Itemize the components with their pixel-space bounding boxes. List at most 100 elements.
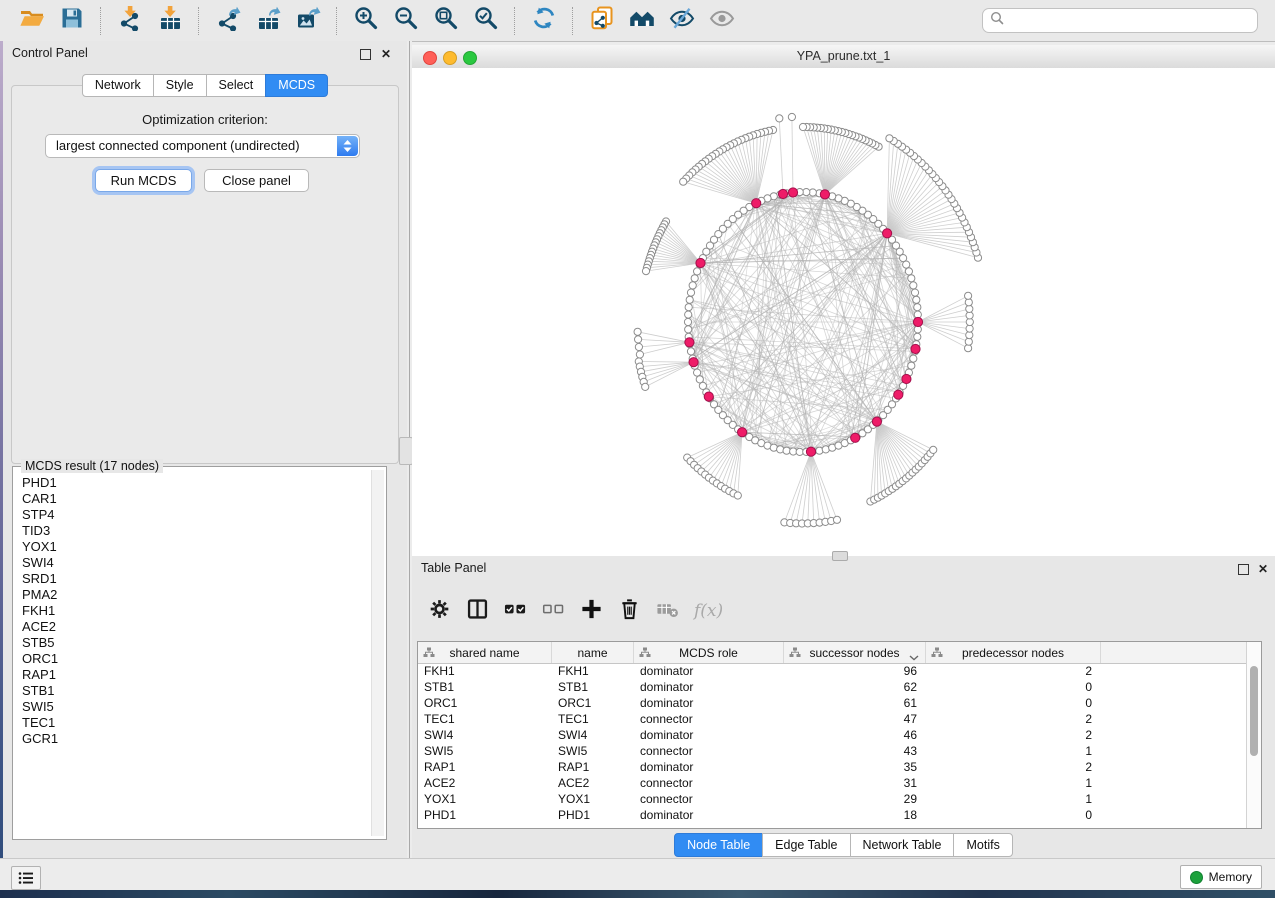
memory-button[interactable]: Memory <box>1180 865 1262 889</box>
table-row[interactable]: SWI5SWI5connector431 <box>418 743 1247 759</box>
result-node-item[interactable]: STB1 <box>15 683 371 699</box>
close-panel-icon[interactable]: ✕ <box>381 47 391 61</box>
tab-node-table[interactable]: Node Table <box>674 833 763 857</box>
float-table-panel-icon[interactable] <box>1238 564 1249 575</box>
table-row[interactable]: YOX1YOX1connector291 <box>418 791 1247 807</box>
table-row[interactable]: ACE2ACE2connector311 <box>418 775 1247 791</box>
first-neighbors-button[interactable] <box>625 4 659 38</box>
table-cell: 61 <box>784 695 926 711</box>
result-node-item[interactable]: TID3 <box>15 523 371 539</box>
network-title: YPA_prune.txt_1 <box>412 49 1275 63</box>
search-box[interactable] <box>982 8 1258 33</box>
open-file-button[interactable] <box>15 4 49 38</box>
table-cell: STB1 <box>552 679 634 695</box>
delete-column-button[interactable] <box>618 597 641 626</box>
search-icon <box>990 11 1004 30</box>
table-cell: SWI4 <box>418 727 552 743</box>
result-node-item[interactable]: FKH1 <box>15 603 371 619</box>
column-header-mcds-role[interactable]: MCDS role <box>634 642 784 663</box>
column-header-successor-nodes[interactable]: successor nodes <box>784 642 926 663</box>
result-node-item[interactable]: GCR1 <box>15 731 371 747</box>
close-mcds-button[interactable]: Close panel <box>204 169 309 192</box>
tab-network[interactable]: Network <box>82 74 154 97</box>
table-row[interactable]: TEC1TEC1connector472 <box>418 711 1247 727</box>
show-all-button[interactable] <box>705 4 739 38</box>
split-divider-horizontal[interactable] <box>832 551 848 561</box>
tab-edge-table[interactable]: Edge Table <box>762 833 850 857</box>
save-session-icon <box>59 5 85 36</box>
tab-select[interactable]: Select <box>206 74 267 97</box>
criterion-dropdown[interactable]: largest connected component (undirected) <box>45 134 360 158</box>
result-node-item[interactable]: CAR1 <box>15 491 371 507</box>
result-node-item[interactable]: RAP1 <box>15 667 371 683</box>
columns-icon <box>466 597 489 626</box>
export-network-button[interactable] <box>211 4 245 38</box>
table-options-button[interactable] <box>428 597 451 626</box>
table-tabs: Node TableEdge TableNetwork TableMotifs <box>412 833 1275 857</box>
zoom-selected-button[interactable] <box>469 4 503 38</box>
result-node-item[interactable]: YOX1 <box>15 539 371 555</box>
table-cell: 62 <box>784 679 926 695</box>
network-canvas-svg[interactable] <box>412 68 1275 556</box>
table-toolbar: f(x) <box>412 586 1275 636</box>
table-cell: 18 <box>784 807 926 823</box>
result-node-item[interactable]: ACE2 <box>15 619 371 635</box>
refresh-view-button[interactable] <box>527 4 561 38</box>
result-node-item[interactable]: PMA2 <box>15 587 371 603</box>
result-node-item[interactable]: SRD1 <box>15 571 371 587</box>
tab-style[interactable]: Style <box>153 74 207 97</box>
table-scrollbar-thumb[interactable] <box>1250 666 1258 756</box>
result-scrollbar[interactable] <box>371 470 384 836</box>
result-node-item[interactable]: TEC1 <box>15 715 371 731</box>
deselect-all-button[interactable] <box>542 597 565 626</box>
table-panel: Table Panel ✕ f(x) shared namenameMCDS r… <box>412 556 1275 858</box>
table-row[interactable]: STB1STB1dominator620 <box>418 679 1247 695</box>
column-header-name[interactable]: name <box>552 642 634 663</box>
network-titlebar[interactable]: YPA_prune.txt_1 <box>412 45 1275 69</box>
result-node-item[interactable]: PHD1 <box>15 475 371 491</box>
hide-selected-button[interactable] <box>665 4 699 38</box>
tab-network-table[interactable]: Network Table <box>850 833 955 857</box>
table-row[interactable]: SWI4SWI4dominator462 <box>418 727 1247 743</box>
tab-motifs[interactable]: Motifs <box>953 833 1012 857</box>
mcds-result-list[interactable]: PHD1CAR1STP4TID3YOX1SWI4SRD1PMA2FKH1ACE2… <box>15 475 371 837</box>
zoom-out-button[interactable] <box>389 4 423 38</box>
table-row[interactable]: ORC1ORC1dominator610 <box>418 695 1247 711</box>
close-table-panel-icon[interactable]: ✕ <box>1258 562 1268 576</box>
table-cell: dominator <box>634 727 784 743</box>
result-node-item[interactable]: ORC1 <box>15 651 371 667</box>
float-panel-icon[interactable] <box>360 49 371 60</box>
table-cell: dominator <box>634 663 784 679</box>
add-column-button[interactable] <box>580 597 603 626</box>
table-row[interactable]: PHD1PHD1dominator180 <box>418 807 1247 823</box>
divider-grip-icon[interactable] <box>399 437 413 465</box>
new-network-from-selection-button[interactable] <box>585 4 619 38</box>
result-node-item[interactable]: SWI4 <box>15 555 371 571</box>
export-table-button[interactable] <box>251 4 285 38</box>
result-node-item[interactable]: SWI5 <box>15 699 371 715</box>
table-header: shared namenameMCDS rolesuccessor nodesp… <box>418 642 1247 664</box>
zoom-fit-button[interactable] <box>429 4 463 38</box>
table-row[interactable]: FKH1FKH1dominator962 <box>418 663 1247 679</box>
table-scrollbar[interactable] <box>1246 642 1261 828</box>
task-history-button[interactable] <box>11 866 41 890</box>
search-input[interactable] <box>1008 10 1257 32</box>
run-mcds-button[interactable]: Run MCDS <box>95 169 192 192</box>
result-node-item[interactable]: STB5 <box>15 635 371 651</box>
table-row[interactable]: RAP1RAP1dominator352 <box>418 759 1247 775</box>
tab-mcds[interactable]: MCDS <box>265 74 328 97</box>
import-network-button[interactable] <box>113 4 147 38</box>
table-cell: RAP1 <box>552 759 634 775</box>
desktop-wallpaper-bottom <box>0 890 1275 898</box>
select-all-button[interactable] <box>504 597 527 626</box>
toggle-column-view-button[interactable] <box>466 597 489 626</box>
column-header-shared-name[interactable]: shared name <box>418 642 552 663</box>
export-image-button[interactable] <box>291 4 325 38</box>
table-cell: 29 <box>784 791 926 807</box>
column-header-predecessor-nodes[interactable]: predecessor nodes <box>926 642 1101 663</box>
save-session-button[interactable] <box>55 4 89 38</box>
network-view[interactable] <box>412 68 1275 556</box>
zoom-in-button[interactable] <box>349 4 383 38</box>
result-node-item[interactable]: STP4 <box>15 507 371 523</box>
import-table-button[interactable] <box>153 4 187 38</box>
